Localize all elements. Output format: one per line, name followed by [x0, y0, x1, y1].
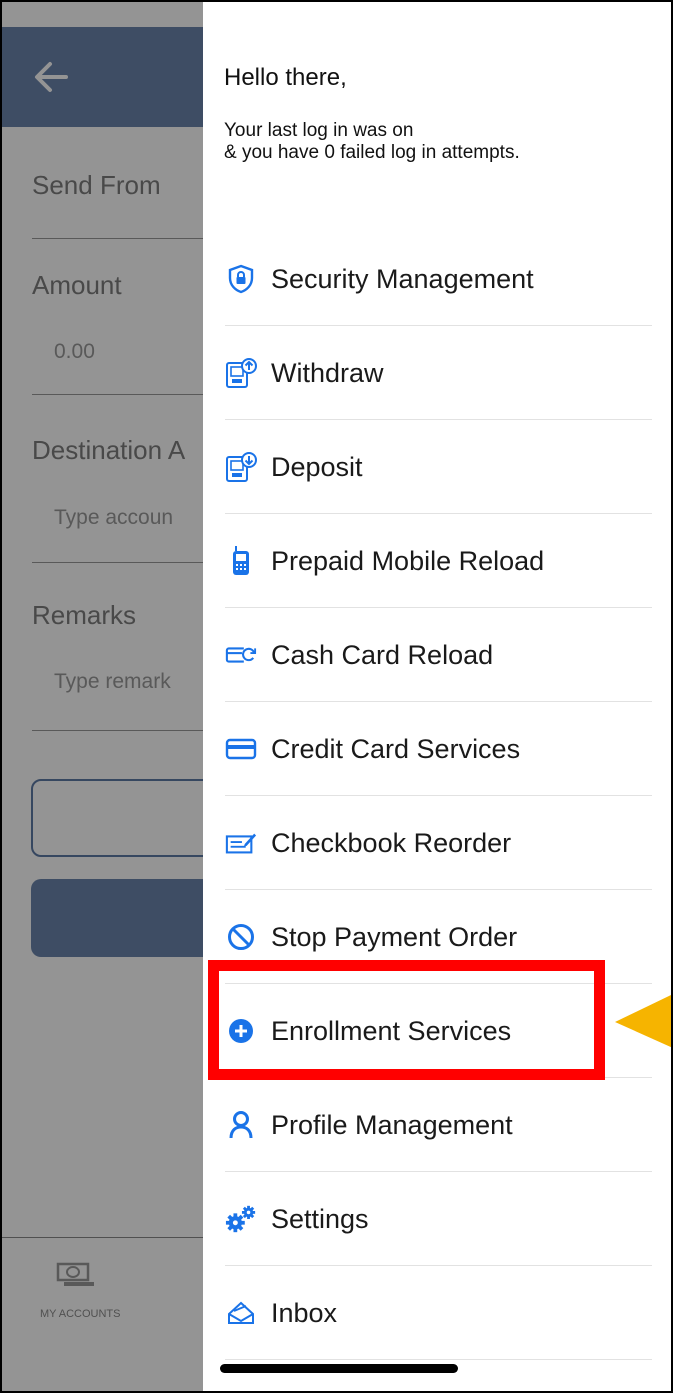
plus-circle-icon [225, 1015, 257, 1047]
dim-overlay[interactable] [2, 2, 212, 1391]
person-icon [225, 1109, 257, 1141]
menu-item-label: Settings [271, 1203, 369, 1234]
home-indicator[interactable] [220, 1364, 458, 1373]
menu-item-deposit[interactable]: Deposit [203, 420, 671, 514]
side-drawer: Hello there, Your last log in was on & y… [203, 2, 671, 1391]
menu-item-security-management[interactable]: Security Management [203, 232, 671, 326]
menu-item-prepaid-mobile-reload[interactable]: Prepaid Mobile Reload [203, 514, 671, 608]
menu-item-cash-card-reload[interactable]: Cash Card Reload [203, 608, 671, 702]
drawer-menu: Security Management Withdraw Deposit Pre… [203, 232, 671, 1360]
menu-item-label: Enrollment Services [271, 1015, 512, 1046]
divider [225, 1359, 652, 1360]
menu-item-profile-management[interactable]: Profile Management [203, 1078, 671, 1172]
envelope-open-icon [225, 1297, 257, 1329]
shield-lock-icon [225, 263, 257, 295]
menu-item-label: Withdraw [271, 357, 384, 388]
menu-item-label: Cash Card Reload [271, 639, 494, 670]
background-page: Send From Amount 0.00 Destination A Type… [2, 2, 231, 1391]
cash-card-reload-icon [225, 639, 257, 671]
checkbook-icon [225, 827, 257, 859]
menu-item-settings[interactable]: Settings [203, 1172, 671, 1266]
greeting-text: Hello there, [224, 64, 347, 91]
menu-item-label: Prepaid Mobile Reload [271, 545, 545, 576]
atm-deposit-icon [225, 451, 257, 483]
menu-item-inbox[interactable]: Inbox [203, 1266, 671, 1360]
screen: Send From Amount 0.00 Destination A Type… [0, 0, 673, 1393]
menu-item-withdraw[interactable]: Withdraw [203, 326, 671, 420]
stop-icon [225, 921, 257, 953]
menu-item-enrollment-services[interactable]: Enrollment Services [203, 984, 671, 1078]
atm-withdraw-icon [225, 357, 257, 389]
menu-item-label: Credit Card Services [271, 733, 521, 764]
menu-item-stop-payment-order[interactable]: Stop Payment Order [203, 890, 671, 984]
menu-item-credit-card-services[interactable]: Credit Card Services [203, 702, 671, 796]
credit-card-icon [225, 733, 257, 765]
menu-item-label: Inbox [271, 1297, 338, 1328]
failed-attempts-line: & you have 0 failed log in attempts. [224, 142, 520, 163]
last-login-line: Your last log in was on [224, 120, 414, 141]
menu-item-label: Stop Payment Order [271, 921, 518, 952]
menu-item-label: Deposit [271, 451, 363, 482]
menu-item-label: Profile Management [271, 1109, 513, 1140]
menu-item-label: Checkbook Reorder [271, 827, 512, 858]
menu-item-label: Security Management [271, 263, 534, 294]
last-login-info: Your last log in was on & you have 0 fai… [224, 120, 520, 164]
menu-item-checkbook-reorder[interactable]: Checkbook Reorder [203, 796, 671, 890]
pointer-arrow-icon [615, 994, 671, 1048]
gears-icon [225, 1203, 257, 1235]
mobile-phone-icon [225, 545, 257, 577]
